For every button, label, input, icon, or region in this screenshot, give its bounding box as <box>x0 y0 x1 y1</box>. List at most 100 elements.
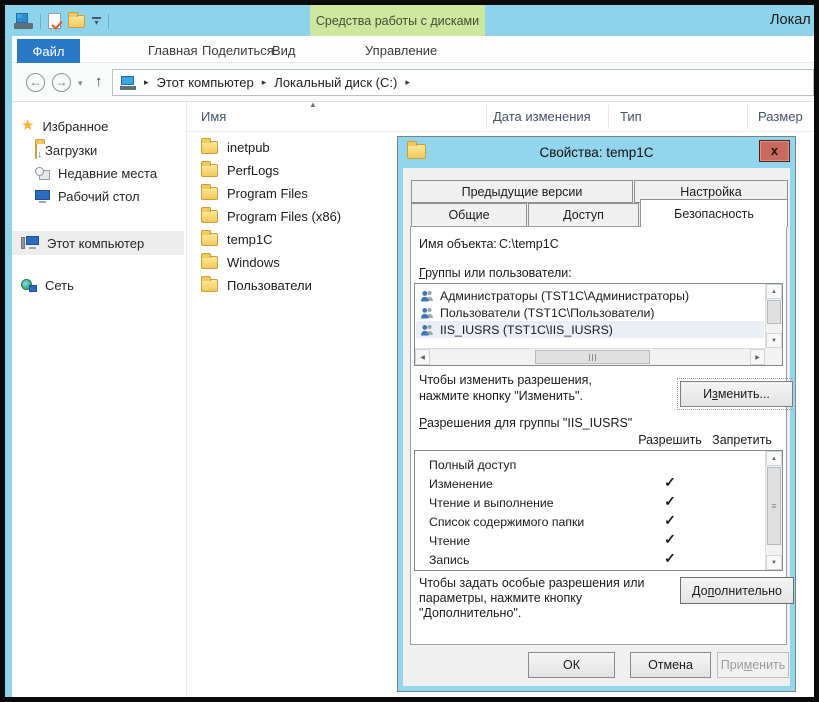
permission-row-read-execute[interactable]: Чтение и выполнение ✓ <box>416 493 764 512</box>
file-row-windows[interactable]: Windows <box>197 251 397 274</box>
tab-view[interactable]: Вид <box>272 43 296 58</box>
permission-row-full-control[interactable]: Полный доступ <box>416 455 764 474</box>
sidebar-label: Загрузки <box>45 143 97 158</box>
scrollbar-thumb[interactable] <box>535 350 650 364</box>
tab-share[interactable]: Поделиться <box>202 43 274 58</box>
file-name: Program Files (x86) <box>227 209 341 224</box>
object-name-label: Имя объекта: <box>419 237 497 251</box>
sidebar-item-downloads[interactable]: ↓ Загрузки <box>12 139 184 161</box>
vertical-scrollbar[interactable]: ▲ ▼ <box>765 284 782 348</box>
column-header-type[interactable]: Тип <box>620 109 642 124</box>
group-row-iis-iusrs[interactable]: IIS_IUSRS (TST1C\IIS_IUSRS) <box>416 321 764 338</box>
file-row-perflogs[interactable]: PerfLogs <box>197 159 397 182</box>
cancel-button[interactable]: Отмена <box>630 652 711 678</box>
group-name: IIS_IUSRS (TST1C\IIS_IUSRS) <box>440 323 613 337</box>
tab-general[interactable]: Общие <box>411 203 527 227</box>
forward-button[interactable]: → <box>52 73 71 92</box>
favorites-star-icon: ★ <box>21 119 34 133</box>
window-system-icon[interactable] <box>14 13 33 29</box>
close-icon[interactable]: x <box>759 140 790 162</box>
allow-checkmark: ✓ <box>635 531 705 548</box>
apply-button[interactable]: Применить <box>717 652 789 678</box>
advanced-hint-line1: Чтобы задать особые разрешения или <box>419 576 644 590</box>
object-name-value: C:\temp1C <box>499 237 559 251</box>
group-row-users[interactable]: Пользователи (TST1C\Пользователи) <box>416 304 764 321</box>
title-bar: ▾ Средства работы с дисками Локал <box>5 5 814 36</box>
allow-checkmark: ✓ <box>635 550 705 567</box>
file-row-temp1c[interactable]: temp1C <box>197 228 397 251</box>
navigation-pane: ★ Избранное ↓ Загрузки Недавние места Ра… <box>12 102 186 697</box>
toolbar-separator <box>108 14 109 29</box>
file-row-program-files-x86[interactable]: Program Files (x86) <box>197 205 397 228</box>
user-group-icon <box>420 290 434 302</box>
scrollbar-corner <box>765 348 782 365</box>
address-breadcrumb-bar[interactable]: ▸ Этот компьютер ▸ Локальный диск (C:) ▸ <box>112 69 814 96</box>
user-group-icon <box>420 307 434 319</box>
column-separator[interactable] <box>608 105 609 129</box>
file-row-inetpub[interactable]: inetpub <box>197 136 397 159</box>
group-row-administrators[interactable]: Администраторы (TST1C\Администраторы) <box>416 287 764 304</box>
scroll-up-icon[interactable]: ▲ <box>766 284 782 299</box>
column-header-date[interactable]: Дата изменения <box>493 109 591 124</box>
sidebar-item-recent-places[interactable]: Недавние места <box>12 162 184 184</box>
change-hint-line2: нажмите кнопку "Изменить". <box>419 389 583 403</box>
sidebar-item-network[interactable]: Сеть <box>12 274 184 296</box>
scroll-down-icon[interactable]: ▼ <box>766 555 782 570</box>
column-separator[interactable] <box>486 105 487 129</box>
scroll-down-icon[interactable]: ▼ <box>766 333 782 348</box>
column-header-size[interactable]: Размер <box>758 109 803 124</box>
scroll-left-icon[interactable]: ◀ <box>415 349 430 365</box>
permission-row-write[interactable]: Запись ✓ <box>416 550 764 569</box>
sidebar-item-desktop[interactable]: Рабочий стол <box>12 185 184 207</box>
file-row-program-files[interactable]: Program Files <box>197 182 397 205</box>
up-button[interactable]: ↑ <box>95 73 103 90</box>
tab-home[interactable]: Главная <box>148 43 197 58</box>
column-header-name[interactable]: Имя <box>201 109 226 124</box>
window-title: Локал <box>770 12 811 28</box>
breadcrumb-arrow-icon: ▸ <box>262 77 267 88</box>
scrollbar-thumb[interactable] <box>767 300 781 324</box>
tab-sharing[interactable]: Доступ <box>528 203 639 227</box>
tab-security[interactable]: Безопасность <box>640 199 788 227</box>
change-hint-line1: Чтобы изменить разрешения, <box>419 373 592 387</box>
ok-button[interactable]: ОК <box>528 652 615 678</box>
allow-column-header: Разрешить <box>635 433 705 447</box>
properties-icon[interactable] <box>48 13 61 29</box>
permission-row-list-folder[interactable]: Список содержимого папки ✓ <box>416 512 764 531</box>
column-separator[interactable] <box>747 105 748 129</box>
file-name: Windows <box>227 255 280 270</box>
tab-previous-versions[interactable]: Предыдущие версии <box>411 180 633 203</box>
change-button[interactable]: Изменить... <box>680 381 793 407</box>
back-button[interactable]: ← <box>26 73 45 92</box>
advanced-button[interactable]: Дополнительно <box>680 577 794 604</box>
breadcrumb-this-pc[interactable]: Этот компьютер <box>157 75 254 90</box>
scroll-right-icon[interactable]: ▶ <box>750 349 765 365</box>
file-name: inetpub <box>227 140 270 155</box>
horizontal-scrollbar[interactable]: ◀ ▶ <box>415 348 765 365</box>
new-folder-icon[interactable] <box>68 15 85 28</box>
tab-file[interactable]: Файл <box>17 39 80 63</box>
sidebar-label: Рабочий стол <box>58 189 140 204</box>
permission-row-modify[interactable]: Изменение ✓ <box>416 474 764 493</box>
downloads-folder-icon: ↓ <box>35 143 37 158</box>
recent-locations-dropdown-icon[interactable]: ▾ <box>78 78 83 89</box>
ribbon-tab-row: Файл Главная Поделиться Вид Управление <box>12 36 814 63</box>
permission-row-read[interactable]: Чтение ✓ <box>416 531 764 550</box>
sidebar-item-favorites[interactable]: ★ Избранное <box>12 115 184 137</box>
folder-icon <box>201 210 218 223</box>
scrollbar-thumb[interactable]: ≡ <box>767 467 781 545</box>
file-name: temp1C <box>227 232 273 247</box>
customize-toolbar-dropdown-icon[interactable]: ▾ <box>92 17 101 26</box>
vertical-scrollbar[interactable]: ▲ ≡ ▼ <box>765 451 782 570</box>
breadcrumb-local-disk-c[interactable]: Локальный диск (C:) <box>274 75 397 90</box>
dialog-title-bar: Свойства: temp1C x <box>401 140 792 168</box>
allow-checkmark: ✓ <box>635 493 705 510</box>
tab-manage[interactable]: Управление <box>365 43 437 58</box>
sidebar-item-this-pc[interactable]: Этот компьютер <box>12 231 184 255</box>
scroll-up-icon[interactable]: ▲ <box>766 451 782 466</box>
advanced-hint-line2: параметры, нажмите кнопку <box>419 591 582 605</box>
group-name: Пользователи (TST1C\Пользователи) <box>440 306 655 320</box>
breadcrumb-arrow-icon: ▸ <box>144 77 149 88</box>
file-row-users[interactable]: Пользователи <box>197 274 397 297</box>
screenshot-frame: ▾ Средства работы с дисками Локал Файл Г… <box>0 0 819 702</box>
